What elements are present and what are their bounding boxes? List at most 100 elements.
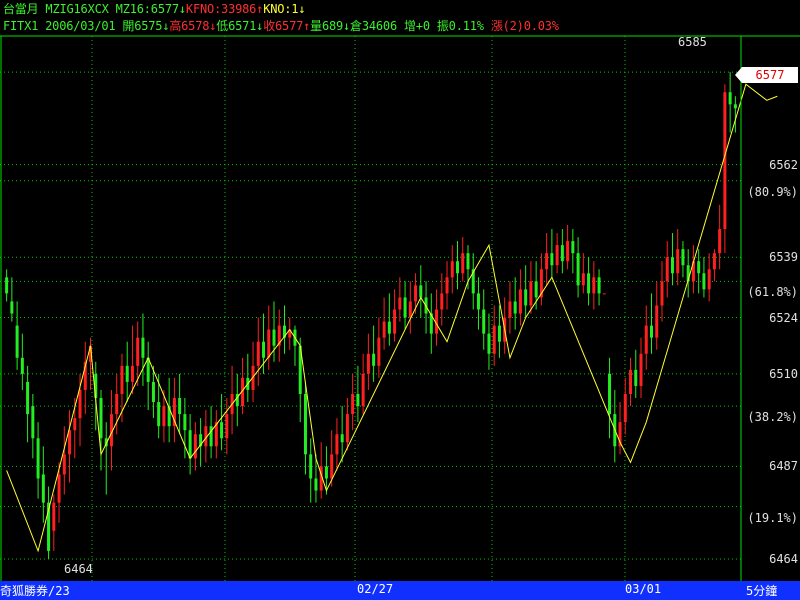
candle-body xyxy=(639,353,643,386)
candle-body xyxy=(73,418,77,431)
candle-body xyxy=(393,309,397,334)
candle-body xyxy=(267,329,271,358)
candle-body xyxy=(581,273,585,286)
header-segment: 高6578↓ xyxy=(169,19,217,33)
candle-body xyxy=(408,301,412,318)
candle-body xyxy=(120,365,124,394)
candle-body xyxy=(450,261,454,278)
price-tick-label: 6562 xyxy=(769,157,798,172)
candle-body xyxy=(20,357,24,374)
candle-body xyxy=(461,253,465,274)
candle-body xyxy=(41,474,45,503)
candle-body xyxy=(398,297,402,310)
candle-body xyxy=(356,393,360,407)
candle-body xyxy=(157,402,161,427)
timeframe-button[interactable]: 5分鐘 xyxy=(746,582,777,599)
low-annotation: 6464 xyxy=(64,562,93,576)
candle-body xyxy=(665,257,669,282)
candle-body xyxy=(414,285,418,302)
candle-body xyxy=(324,466,328,479)
candle-body xyxy=(649,325,653,338)
candle-body xyxy=(115,393,119,415)
header-segment: 收6577↑ xyxy=(263,19,311,33)
candle-body xyxy=(99,398,103,439)
quote-header-line1: 台當月 MZIG16XCX MZ16:6577↓KFNO:33986↑KNO:1… xyxy=(3,2,306,16)
header-segment: KNO:1↓ xyxy=(263,2,306,16)
candle-body xyxy=(5,277,9,294)
candle-body xyxy=(440,293,444,310)
candle-body xyxy=(57,474,61,503)
candle-body xyxy=(403,297,407,318)
candle-body xyxy=(634,369,638,386)
fib-level-label: (19.1%) xyxy=(747,510,798,525)
candle-body xyxy=(340,434,344,443)
candle-body xyxy=(303,393,307,455)
candle-body xyxy=(576,253,580,286)
chart-grid xyxy=(0,36,741,581)
candle-body xyxy=(712,253,716,270)
candle-body xyxy=(151,381,155,403)
candle-body xyxy=(534,281,538,298)
last-price-badge: 6577 xyxy=(735,67,798,83)
candle-body xyxy=(188,430,192,459)
time-axis-bar xyxy=(0,581,800,600)
candle-body xyxy=(497,325,501,342)
candle-body xyxy=(466,253,470,270)
candle-body xyxy=(445,277,449,294)
candle-body xyxy=(31,406,35,439)
time-axis-label: 02/27 xyxy=(357,582,394,596)
fib-level-label: (38.2%) xyxy=(747,410,798,425)
candle-body xyxy=(78,389,82,419)
high-annotation: 6585 xyxy=(678,35,707,49)
candle-body xyxy=(62,454,66,475)
candle-body xyxy=(702,273,706,290)
candle-body xyxy=(524,289,528,306)
candle-body xyxy=(272,329,276,346)
candle-body xyxy=(26,381,30,415)
candle-body xyxy=(660,281,664,306)
price-tick-label: 6539 xyxy=(769,250,798,265)
candle-body xyxy=(361,373,365,407)
header-segment: 台當月 MZIG16XCX MZ16:6577↓ xyxy=(3,2,186,16)
candle-body xyxy=(529,281,533,306)
price-tick-label: 6510 xyxy=(769,366,798,381)
candle-body xyxy=(655,305,659,338)
candle-body xyxy=(487,333,491,354)
candle-body xyxy=(309,454,313,479)
candle-body xyxy=(162,406,166,427)
candle-body xyxy=(476,293,480,310)
candle-body xyxy=(183,414,187,431)
header-segment: 漲(2)0.03% xyxy=(490,19,559,33)
price-tick-label: 6487 xyxy=(769,459,798,474)
candle-body xyxy=(10,301,14,314)
time-axis-label: 奇狐勝券/23 xyxy=(0,584,70,598)
candle-body xyxy=(482,309,486,334)
header-segment: FITX1 2006/03/01 開6575↓ xyxy=(3,19,170,33)
candle-body xyxy=(718,229,722,254)
candle-body xyxy=(330,454,334,479)
candle-body xyxy=(676,249,680,274)
candle-body xyxy=(608,373,612,415)
candle-body xyxy=(550,253,554,266)
candle-body xyxy=(629,369,633,394)
time-axis-label: 03/01 xyxy=(625,582,662,596)
candle-body xyxy=(256,341,260,366)
candle-body xyxy=(193,434,197,459)
candle-body xyxy=(623,393,627,423)
candle-body xyxy=(545,253,549,270)
candle-layer xyxy=(5,72,737,559)
candle-body xyxy=(587,273,591,294)
candle-body xyxy=(513,301,517,314)
candle-body xyxy=(419,285,423,298)
header-segment: KFNO:33986↑ xyxy=(185,2,264,16)
candle-body xyxy=(681,249,685,266)
candle-body xyxy=(130,365,134,382)
candle-body xyxy=(225,414,229,439)
header-segment: 量689↓倉34606 增+0 振0.11% xyxy=(310,19,491,33)
candle-body xyxy=(125,365,129,382)
candle-body xyxy=(597,277,601,294)
candle-body xyxy=(697,261,701,274)
price-tick-label: 6464 xyxy=(769,551,798,566)
candle-body xyxy=(141,337,145,358)
candle-body xyxy=(456,261,460,274)
